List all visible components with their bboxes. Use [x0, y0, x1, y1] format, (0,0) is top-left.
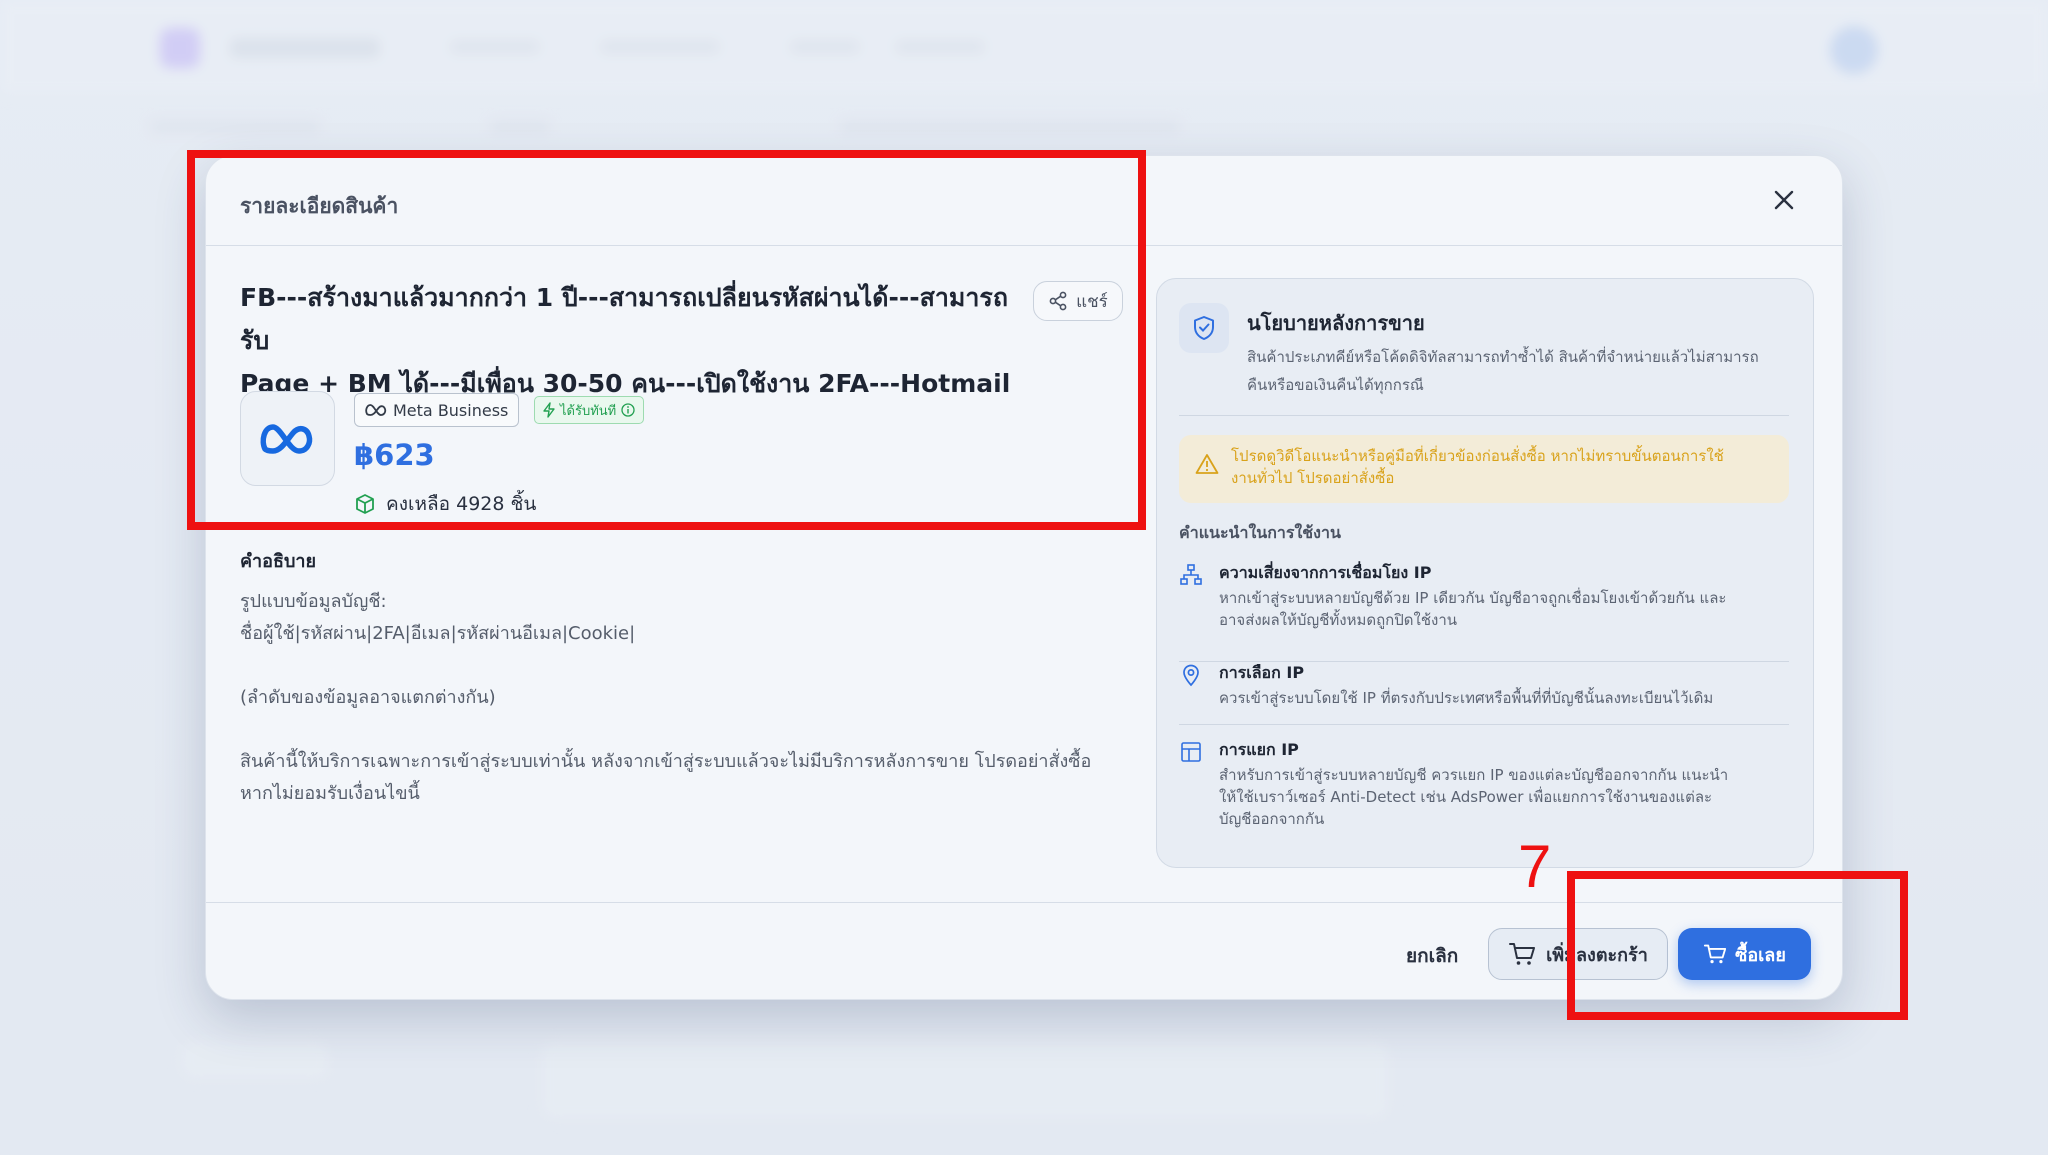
- annotation-box-buy-button: [1567, 871, 1908, 1020]
- description-line: สินค้านี้ให้บริการเฉพาะการเข้าสู่ระบบเท่…: [240, 751, 1092, 772]
- description-line: หากไม่ยอมรับเงื่อนไขนี้: [240, 783, 420, 804]
- cancel-button[interactable]: ยกเลิก: [1396, 936, 1468, 976]
- tip-text-line: สำหรับการเข้าสู่ระบบหลายบัญชี ควรแยก IP …: [1219, 766, 1729, 784]
- description-line: ชื่อผู้ใช้|รหัสผ่าน|2FA|อีเมล|รหัสผ่านอี…: [240, 623, 636, 644]
- tip-text: ควรเข้าสู่ระบบโดยใช้ IP ที่ตรงกับประเทศห…: [1219, 687, 1779, 709]
- network-icon: [1180, 564, 1202, 585]
- tip-text: หากเข้าสู่ระบบหลายบัญชีด้วย IP เดียวกัน …: [1219, 587, 1779, 631]
- tip-text: สำหรับการเข้าสู่ระบบหลายบัญชี ควรแยก IP …: [1219, 764, 1779, 830]
- description-heading: คำอธิบาย: [240, 551, 317, 572]
- shield-icon: [1194, 316, 1214, 340]
- shield-icon-wrap: [1179, 303, 1229, 353]
- annotation-step-number: 7: [1518, 833, 1552, 900]
- close-icon: [1774, 190, 1794, 210]
- policy-text: สินค้าประเภทคีย์หรือโค้ดดิจิทัลสามารถทำซ…: [1247, 343, 1787, 399]
- tip-title: ความเสี่ยงจากการเชื่อมโยง IP: [1219, 563, 1432, 582]
- tip-title: การเลือก IP: [1219, 663, 1305, 682]
- policy-title: นโยบายหลังการขาย: [1247, 311, 1425, 335]
- warning-text-line: งานทั่วไป โปรดอย่าสั่งซื้อ: [1231, 469, 1395, 487]
- warning-icon: [1195, 454, 1219, 474]
- tip-text-line: บัญชีออกจากกัน: [1219, 810, 1325, 828]
- tip-title: การแยก IP: [1219, 740, 1299, 759]
- warning-text-line: โปรดดูวิดีโอแนะนำหรือคู่มือที่เกี่ยวข้อง…: [1231, 447, 1724, 465]
- tip-text-line: ให้ใช้เบราว์เซอร์ Anti-Detect เช่น AdsPo…: [1219, 788, 1713, 806]
- description-body: รูปแบบข้อมูลบัญชี: ชื่อผู้ใช้|รหัสผ่าน|2…: [240, 586, 1120, 810]
- tip-text-line: หากเข้าสู่ระบบหลายบัญชีด้วย IP เดียวกัน …: [1219, 589, 1727, 607]
- description-line: รูปแบบข้อมูลบัญชี:: [240, 591, 387, 612]
- policy-text-line: สินค้าประเภทคีย์หรือโค้ดดิจิทัลสามารถทำซ…: [1247, 348, 1759, 366]
- warning-text: โปรดดูวิดีโอแนะนำหรือคู่มือที่เกี่ยวข้อง…: [1231, 445, 1724, 493]
- description-line: (ลำดับของข้อมูลอาจแตกต่างกัน): [240, 687, 496, 708]
- policy-text-line: คืนหรือขอเงินคืนได้ทุกกรณี: [1247, 376, 1424, 394]
- divider: [1179, 415, 1789, 416]
- tip-text-line: ควรเข้าสู่ระบบโดยใช้ IP ที่ตรงกับประเทศห…: [1219, 689, 1714, 707]
- tip-text-line: อาจส่งผลให้บัญชีทั้งหมดถูกปิดใช้งาน: [1219, 611, 1458, 629]
- divider: [1179, 724, 1789, 725]
- location-pin-icon: [1183, 664, 1199, 687]
- after-sales-policy-panel: นโยบายหลังการขาย สินค้าประเภทคีย์หรือโค้…: [1156, 278, 1814, 868]
- warning-banner: โปรดดูวิดีโอแนะนำหรือคู่มือที่เกี่ยวข้อง…: [1179, 435, 1789, 503]
- layout-icon: [1181, 742, 1201, 762]
- usage-tips-heading: คำแนะนำในการใช้งาน: [1179, 523, 1341, 542]
- close-button[interactable]: [1764, 180, 1804, 220]
- annotation-box-product-info: [187, 150, 1146, 530]
- cart-icon: [1509, 943, 1536, 965]
